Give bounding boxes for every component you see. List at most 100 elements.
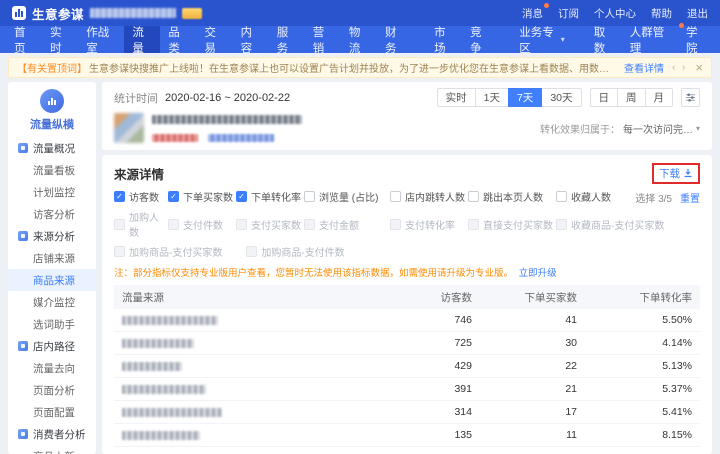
nav-item-traffic[interactable]: 流量 xyxy=(124,26,161,55)
metric-label: 支付件数 xyxy=(183,220,223,232)
nav-item-trade[interactable]: 交易 xyxy=(197,26,233,55)
metric-cart-pay-items[interactable]: 加购商品-支付件数 xyxy=(246,244,345,259)
banner-close-icon[interactable]: × xyxy=(695,61,703,74)
range-button-7d[interactable]: 7天 xyxy=(507,88,543,107)
range-button-week[interactable]: 周 xyxy=(617,88,646,107)
sidebar-item-item-source[interactable]: 商品来源 xyxy=(8,269,96,291)
metric-rows: ✓ 访客数 ✓ 下单买家数 ✓ 下单转化率 浏览量 (占比) 店内跳转人数 跳出本页人数 收藏人数… xyxy=(114,189,700,259)
date-range-buttons: 实时 1天 7天 30天 日周月 xyxy=(436,88,700,107)
sidebar-logo: 流量纵横 xyxy=(8,89,96,132)
range-button-month[interactable]: 月 xyxy=(644,88,673,107)
metric-visitors[interactable]: ✓ 访客数 xyxy=(114,189,168,204)
consumer-analysis-icon xyxy=(18,429,28,439)
metric-cart-pay-buyers[interactable]: 加购商品-支付买家数 xyxy=(114,244,222,259)
order-conversion-value: 5.13% xyxy=(662,360,692,372)
redacted-source-name xyxy=(122,384,206,394)
metric-label: 跳出本页人数 xyxy=(483,193,543,204)
sidebar-item-consumer-analysis[interactable]: 消费者分析 xyxy=(8,423,96,445)
nav-item-academy[interactable]: 学院 xyxy=(678,26,714,55)
sidebar-menu: 流量概况 流量看板 计划监控访客分析来源分析店铺来源商品来源 媒介监控 选词助手 店内路径… xyxy=(8,137,96,454)
sidebar-item-source-analysis[interactable]: 来源分析 xyxy=(8,225,96,247)
metric-favorites[interactable]: 收藏人数 xyxy=(556,189,611,204)
notification-dot-icon xyxy=(544,2,549,8)
nav-item-market[interactable]: 市场 xyxy=(426,26,462,55)
nav-item-compete[interactable]: 竞争 xyxy=(462,26,498,55)
download-annotation-box: 下载 xyxy=(652,162,700,184)
metric-pay-amount[interactable]: 支付金额 xyxy=(304,217,390,232)
metric-order-cvr[interactable]: ✓ 下单转化率 xyxy=(236,189,304,204)
sidebar-item-label: 页面配置 xyxy=(33,406,75,419)
sidebar-item-shop-source[interactable]: 店铺来源 xyxy=(8,247,96,269)
header-order-conversion: 下单转化率 xyxy=(639,291,693,304)
sidebar-item-page-analysis[interactable]: 页面分析 xyxy=(8,379,96,401)
instore-path-icon xyxy=(18,341,28,351)
reset-button[interactable]: 重置 xyxy=(680,190,700,205)
metric-instore-jumps[interactable]: 店内跳转人数 xyxy=(390,189,468,204)
sidebar-item-traffic-overview[interactable]: 流量概况 xyxy=(8,137,96,159)
brand-name[interactable]: 生意参谋 xyxy=(32,4,84,23)
topbar-link-messages[interactable]: 消息 xyxy=(522,2,549,21)
nav-item-finance[interactable]: 财务 xyxy=(377,26,413,55)
topbar-link-subscribe[interactable]: 订阅 xyxy=(558,6,579,21)
sidebar-item-instore-path[interactable]: 店内路径 xyxy=(8,335,96,357)
range-button-1d[interactable]: 1天 xyxy=(474,88,509,107)
metric-label: 下单买家数 xyxy=(183,193,233,204)
sidebar-item-media-monitor[interactable]: 媒介监控 xyxy=(8,291,96,313)
metric-pay-cvr[interactable]: 支付转化率 xyxy=(390,217,468,232)
range-button-day[interactable]: 日 xyxy=(589,88,618,107)
nav-item-service[interactable]: 服务 xyxy=(269,26,305,55)
sidebar-item-label: 店铺来源 xyxy=(33,252,75,265)
nav-item-category[interactable]: 品类 xyxy=(160,26,196,55)
nav-item-content[interactable]: 内容 xyxy=(233,26,269,55)
sidebar-item-word-assistant[interactable]: 选词助手 xyxy=(8,313,96,335)
nav-item-realtime[interactable]: 实时 xyxy=(42,26,78,55)
notice-banner: 【有关置顶词】 生意参谋快搜推广上线啦！在生意参谋上也可以设置广告计划并投放，为… xyxy=(8,57,712,78)
nav-item-data-extract[interactable]: 取数 xyxy=(586,26,622,55)
product-row: 转化效果归属于： 每一次访问完… ▾ xyxy=(114,113,700,143)
nav-item-logistics[interactable]: 物流 xyxy=(341,26,377,55)
sidebar-item-plan-monitor[interactable]: 计划监控 xyxy=(8,181,96,203)
range-button-30d[interactable]: 30天 xyxy=(541,88,582,107)
metric-pay-buyers[interactable]: 支付买家数 xyxy=(236,217,304,232)
metric-bounce-visitors[interactable]: 跳出本页人数 xyxy=(468,189,556,204)
metric-order-buyers[interactable]: ✓ 下单买家数 xyxy=(168,189,236,204)
sidebar-item-item-new[interactable]: 商品上新 xyxy=(8,445,96,454)
nav-item-business-zone[interactable]: 业务专区 ▾ xyxy=(511,26,572,55)
topbar-link-personal-center[interactable]: 个人中心 xyxy=(594,6,636,21)
section-title: 来源详情 xyxy=(114,167,165,182)
checkbox-checked-icon: ✓ xyxy=(114,191,125,202)
metric-label: 加购商品-支付件数 xyxy=(261,248,345,259)
nav-item-audience[interactable]: 人群管理 xyxy=(622,23,684,55)
metric-label: 支付金额 xyxy=(319,220,359,232)
filter-settings-button[interactable] xyxy=(681,88,700,107)
metric-label: 访客数 xyxy=(129,193,159,204)
details-header: 来源详情 下载 xyxy=(114,162,700,184)
nav-item-war-room[interactable]: 作战室 xyxy=(78,26,124,55)
topbar-link-logout[interactable]: 退出 xyxy=(687,6,708,21)
date-range-value[interactable]: 2020-02-16 ~ 2020-02-22 xyxy=(165,92,290,104)
metric-pay-items[interactable]: 支付件数 xyxy=(168,217,236,232)
metric-fav-pay-buyers[interactable]: 收藏商品-支付买家数 xyxy=(556,217,664,232)
checkbox-icon xyxy=(390,218,401,230)
download-button[interactable]: 下载 xyxy=(659,166,693,181)
banner-pager-icons[interactable]: ‹ › xyxy=(672,62,687,73)
conversion-attribution-select[interactable]: 转化效果归属于： 每一次访问完… ▾ xyxy=(540,121,700,136)
note-text: 注：部分指标仅支持专业版用户查看，您暂时无法使用该指标数据，如需使用请升级为专业… xyxy=(114,268,514,279)
sidebar-item-traffic-board[interactable]: 流量看板 xyxy=(8,159,96,181)
sidebar-item-visitor-analysis[interactable]: 访客分析 xyxy=(8,203,96,225)
sidebar-item-label: 访客分析 xyxy=(33,208,75,221)
metric-cart-users[interactable]: 加购人数 xyxy=(114,209,168,239)
sidebar-item-traffic-flow[interactable]: 流量去向 xyxy=(8,357,96,379)
checkbox-icon xyxy=(468,218,479,230)
nav-item-marketing[interactable]: 营销 xyxy=(305,26,341,55)
nav-item-home[interactable]: 首页 xyxy=(6,26,42,55)
sidebar-item-label: 页面分析 xyxy=(33,384,75,397)
metric-pv-ratio[interactable]: 浏览量 (占比) xyxy=(304,189,390,204)
metric-direct-pay-buyers[interactable]: 直接支付买家数 xyxy=(468,217,556,232)
range-button-realtime[interactable]: 实时 xyxy=(436,88,476,107)
traffic-overview-icon xyxy=(18,143,28,153)
banner-detail-link[interactable]: 查看详情 xyxy=(624,60,664,75)
upgrade-link[interactable]: 立即升级 xyxy=(519,268,557,279)
sidebar-item-page-config[interactable]: 页面配置 xyxy=(8,401,96,423)
topbar-link-help[interactable]: 帮助 xyxy=(651,6,672,21)
